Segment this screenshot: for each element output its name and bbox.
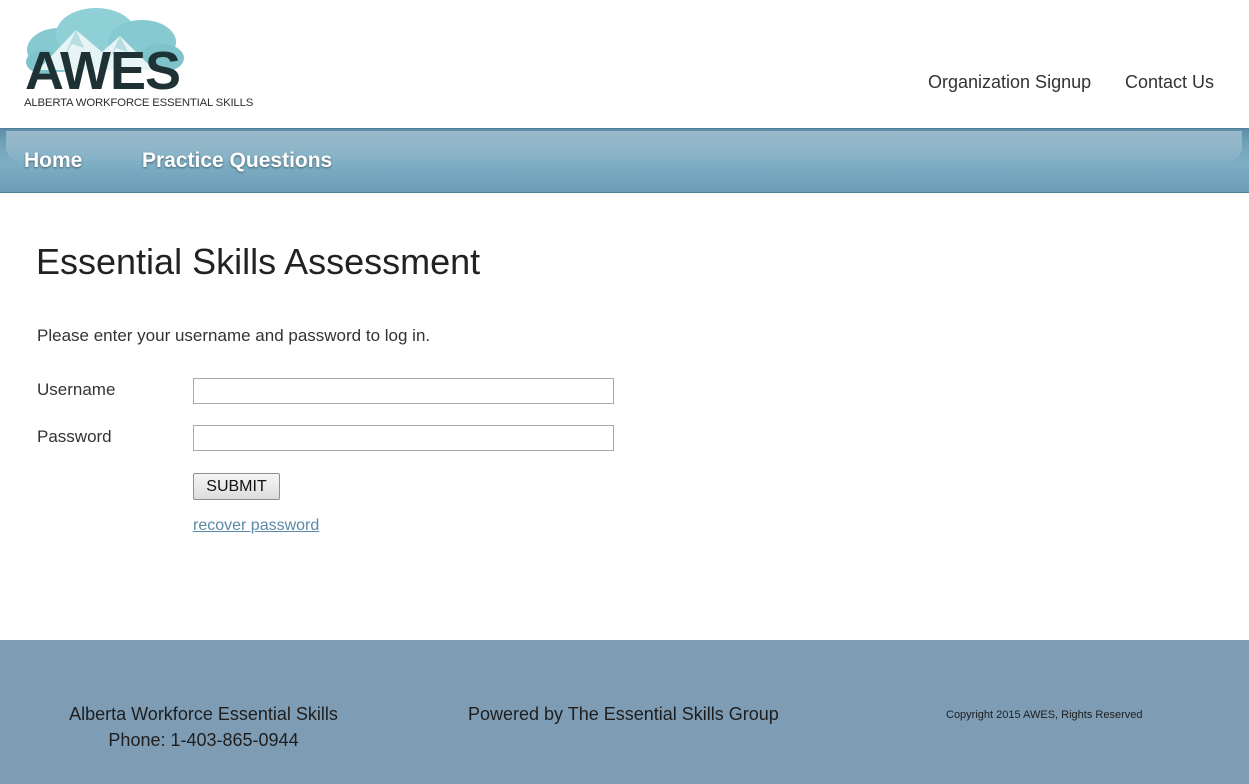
footer-phone: Phone: 1-403-865-0944 [108, 730, 299, 750]
page-title: Essential Skills Assessment [36, 241, 481, 282]
logo-tagline: ALBERTA WORKFORCE ESSENTIAL SKILLS [24, 97, 254, 109]
awes-logo[interactable]: AWES ALBERTA WORKFORCE ESSENTIAL SKILLS [24, 8, 269, 114]
password-label: Password [37, 427, 112, 446]
copyright-text: Copyright 2015 AWES, Rights Reserved [946, 709, 1143, 721]
username-label: Username [37, 380, 116, 399]
nav-item-practice-questions[interactable]: Practice Questions [142, 149, 332, 173]
footer-contact: Alberta Workforce Essential Skills Phone… [68, 701, 339, 753]
login-instructions: Please enter your username and password … [37, 326, 431, 345]
logo-wordmark: AWES [25, 41, 181, 101]
recover-password-link[interactable]: recover password [193, 517, 319, 535]
username-input[interactable] [193, 378, 614, 404]
main-nav-bar: Home Practice Questions [0, 128, 1249, 193]
footer-org-name: Alberta Workforce Essential Skills [69, 704, 338, 724]
site-header: AWES ALBERTA WORKFORCE ESSENTIAL SKILLS … [0, 0, 1249, 128]
nav-item-home[interactable]: Home [24, 149, 82, 173]
submit-button[interactable]: SUBMIT [193, 473, 280, 500]
organization-signup-link[interactable]: Organization Signup [928, 72, 1091, 93]
powered-by-text: Powered by The Essential Skills Group [468, 704, 779, 724]
footer-powered-by: Powered by The Essential Skills Group [468, 701, 779, 727]
password-input[interactable] [193, 425, 614, 451]
site-footer: Alberta Workforce Essential Skills Phone… [0, 640, 1249, 784]
contact-us-link[interactable]: Contact Us [1125, 72, 1214, 93]
